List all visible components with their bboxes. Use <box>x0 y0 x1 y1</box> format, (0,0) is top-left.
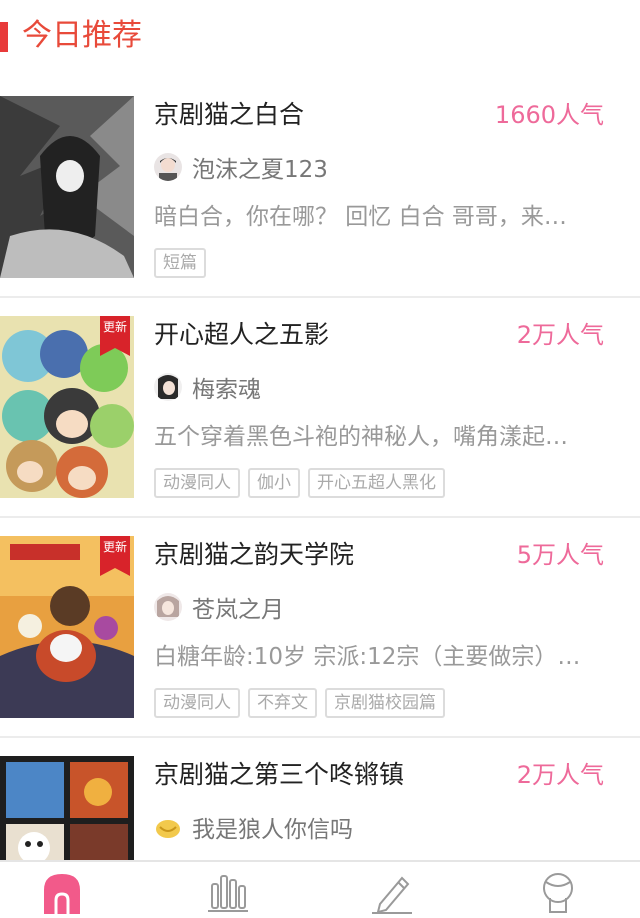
author-name: 苍岚之月 <box>192 597 284 623</box>
cover-image: 更新 <box>0 536 134 718</box>
item-popularity: 2万人气 <box>516 321 604 349</box>
item-description: 暗白合，你在哪？ 回忆 白合 哥哥，来… <box>154 204 567 230</box>
list-item[interactable]: 京剧猫之白合 1660人气 泡沫之夏123 暗白合，你在哪？ 回忆 白合 哥哥，… <box>0 78 640 298</box>
tab-profile[interactable] <box>518 862 598 918</box>
item-title[interactable]: 开心超人之五影 <box>154 318 329 352</box>
item-description: 白糖年龄:10岁 宗派:12宗（主要做宗）… <box>154 644 581 670</box>
section-accent-bar <box>0 22 8 52</box>
author-name: 泡沫之夏123 <box>192 157 328 183</box>
tag[interactable]: 不弃文 <box>248 688 317 718</box>
item-author[interactable]: 苍岚之月 <box>154 590 284 624</box>
item-author[interactable]: 梅索魂 <box>154 370 261 404</box>
item-popularity: 1660人气 <box>494 101 604 129</box>
item-tags: 动漫同人 不弃文 京剧猫校园篇 <box>154 688 445 718</box>
section-title: 今日推荐 <box>22 18 142 53</box>
list-item[interactable]: 更新 京剧猫之韵天学院 5万人气 苍岚之月 白糖年龄:10岁 宗派:12宗（主要… <box>0 518 640 738</box>
item-title[interactable]: 京剧猫之第三个咚锵镇 <box>154 758 404 792</box>
cover-image <box>0 96 134 278</box>
item-description: 五个穿着黑色斗袍的神秘人，嘴角漾起… <box>154 424 568 450</box>
author-name: 梅索魂 <box>192 377 261 403</box>
list-item[interactable]: 更新 开心超人之五影 2万人气 梅索魂 五个穿着黑色斗袍的神秘人，嘴角漾起… 动… <box>0 298 640 518</box>
author-avatar <box>154 813 182 841</box>
tag[interactable]: 开心五超人黑化 <box>308 468 445 498</box>
item-tags: 短篇 <box>154 248 206 278</box>
author-avatar <box>154 153 182 181</box>
item-title[interactable]: 京剧猫之韵天学院 <box>154 538 354 572</box>
item-popularity: 2万人气 <box>516 761 604 789</box>
item-title[interactable]: 京剧猫之白合 <box>154 98 304 132</box>
author-avatar <box>154 593 182 621</box>
tag[interactable]: 伽小 <box>248 468 300 498</box>
bottom-tab-bar <box>0 860 640 918</box>
home-arch-icon <box>44 874 80 914</box>
tag[interactable]: 京剧猫校园篇 <box>325 688 445 718</box>
ranking-bars-icon <box>208 875 248 912</box>
cover-image: 更新 <box>0 316 134 498</box>
tag[interactable]: 动漫同人 <box>154 468 240 498</box>
item-tags: 动漫同人 伽小 开心五超人黑化 <box>154 468 445 498</box>
author-avatar <box>154 373 182 401</box>
tag[interactable]: 动漫同人 <box>154 688 240 718</box>
item-author[interactable]: 泡沫之夏123 <box>154 150 328 184</box>
item-popularity: 5万人气 <box>516 541 604 569</box>
item-author[interactable]: 我是狼人你信吗 <box>154 810 353 844</box>
section-header: 今日推荐 <box>0 0 640 78</box>
author-name: 我是狼人你信吗 <box>192 817 353 843</box>
tab-write[interactable] <box>352 862 432 918</box>
tab-ranking[interactable] <box>188 862 268 918</box>
pencil-write-icon <box>372 876 412 914</box>
profile-person-icon <box>543 873 573 913</box>
tab-home[interactable] <box>22 862 102 918</box>
tag[interactable]: 短篇 <box>154 248 206 278</box>
